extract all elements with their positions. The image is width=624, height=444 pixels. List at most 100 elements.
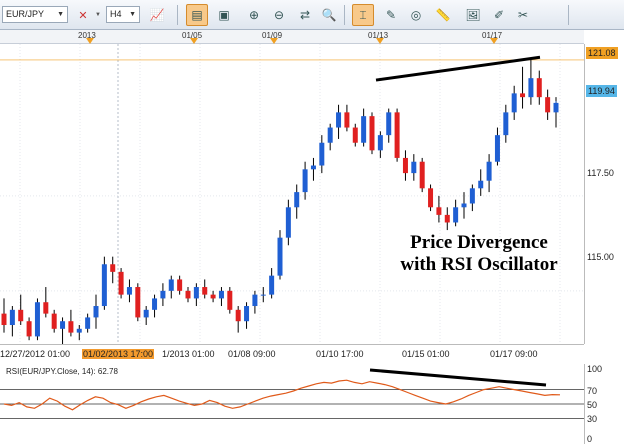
candle-body	[118, 271, 124, 295]
price-tick: 115.00	[587, 252, 614, 262]
candle-body	[528, 78, 534, 98]
candle-body	[319, 142, 325, 166]
remove-symbol-button[interactable]: ✕	[72, 4, 94, 26]
candle-body	[294, 192, 300, 208]
candle-body	[336, 112, 342, 128]
candle-body	[394, 112, 400, 158]
candle-body	[453, 207, 459, 223]
candle-body	[419, 161, 425, 189]
zoom-out-icon: ⊖	[273, 8, 285, 22]
zoom-out-button[interactable]: ⊖	[268, 4, 290, 26]
rsi-axis-label: 70	[587, 386, 598, 396]
rsi-axis-label: 0	[587, 434, 593, 444]
candle-body	[218, 290, 224, 299]
symbol-select[interactable]: EUR/JPY ▼	[2, 6, 68, 23]
candle-body	[444, 214, 450, 223]
candle-body	[436, 207, 442, 215]
magnifier-button[interactable]: 🔍	[318, 4, 340, 26]
scroll-button[interactable]: ⇄	[294, 4, 316, 26]
rsi-axis-label: 50	[587, 400, 598, 410]
candle-body	[494, 135, 500, 162]
candle-body	[68, 321, 74, 333]
candle-body	[93, 306, 99, 318]
candle-body	[43, 302, 49, 314]
candle-body	[302, 169, 308, 193]
candle-body	[461, 203, 467, 208]
bar-chart-button[interactable]: ▤	[186, 4, 208, 26]
candle-body	[344, 112, 350, 128]
image-icon: 🖼	[465, 8, 481, 22]
candle-body	[126, 287, 132, 295]
candle-body	[1, 313, 7, 326]
ruler-icon: 📏	[435, 8, 451, 22]
rsi-axis-label: 100	[587, 364, 603, 374]
edit-icon: ✐	[493, 8, 505, 22]
rsi-axis-label: 30	[587, 414, 598, 424]
cursor-icon: ⌶	[359, 7, 367, 22]
settings-button[interactable]: ✂	[512, 4, 534, 26]
candle-body	[235, 309, 241, 322]
annotation-line1: Price Divergence	[410, 232, 548, 253]
edit-button[interactable]: ✐	[488, 4, 510, 26]
candle-body	[110, 264, 116, 272]
zoom-in-button[interactable]: ⊕	[243, 4, 265, 26]
magnifier-icon: 🔍	[321, 8, 337, 22]
chevron-down-icon[interactable]: ▼	[95, 12, 101, 18]
current-price-marker: +	[553, 99, 559, 110]
candle-body	[193, 287, 199, 299]
candle-body	[210, 294, 216, 299]
candle-body	[277, 237, 283, 276]
chart-type-icon: 📈	[149, 8, 165, 22]
chevron-down-icon: ▼	[57, 11, 64, 18]
candle-body	[310, 165, 316, 170]
candle-body	[9, 309, 15, 326]
candle-body	[60, 321, 66, 329]
price-axis[interactable]: 121.08 119.94 117.50 115.00	[584, 44, 624, 344]
note-icon: ✎	[385, 8, 397, 22]
window-icon: ▣	[218, 8, 230, 22]
cursor-button[interactable]: ⌶	[352, 4, 374, 26]
time-axis[interactable]: 12/27/2012 01:00 01/02/2013 17:00 1/2013 0…	[0, 344, 584, 364]
high-price-badge: 121.08	[586, 47, 618, 59]
time-axis-label: 1/2013 01:00	[162, 349, 215, 359]
image-button[interactable]: 🖼	[462, 4, 484, 26]
window-button[interactable]: ▣	[213, 4, 235, 26]
divergence-annotation: Price Divergence with RSI Oscillator	[384, 232, 574, 276]
candle-body	[260, 294, 266, 296]
rsi-chart[interactable]	[0, 364, 584, 444]
candle-body	[536, 78, 542, 98]
toolbar-separator	[344, 5, 345, 25]
rsi-legend: RSI(EUR/JPY.Close, 14): 62.78	[6, 367, 118, 376]
timeframe-select[interactable]: H4 ▼	[106, 6, 140, 23]
candle-body	[185, 290, 191, 299]
candle-body	[503, 112, 509, 136]
zoom-in-icon: ⊕	[248, 8, 260, 22]
candle-body	[352, 127, 358, 143]
candle-body	[202, 287, 208, 295]
ruler-button[interactable]: 📏	[432, 4, 454, 26]
note-button[interactable]: ✎	[380, 4, 402, 26]
candle-body	[244, 306, 250, 322]
time-axis-label: 01/08 09:00	[228, 349, 276, 359]
chevron-down-icon: ▼	[129, 11, 136, 18]
candle-body	[18, 309, 24, 322]
price-chart[interactable]: +	[0, 44, 584, 344]
candle-body	[143, 309, 149, 318]
timeline-bar[interactable]: 2013 01/05 01/09 01/13 01/17	[0, 30, 584, 44]
time-axis-label: 01/17 09:00	[490, 349, 538, 359]
candle-body	[51, 313, 57, 329]
current-price-badge: 119.94	[586, 85, 617, 97]
candle-body	[85, 317, 91, 329]
rsi-axis: 100 70 50 30 0	[584, 364, 624, 444]
candle-body	[252, 294, 258, 307]
candle-body	[478, 180, 484, 189]
candle-body	[227, 290, 233, 310]
candle-body	[520, 93, 526, 98]
indicator-button[interactable]: ◎	[405, 4, 427, 26]
chart-type-button[interactable]: 📈	[146, 4, 168, 26]
toolbar-separator	[568, 5, 569, 25]
price-trend-line[interactable]	[375, 55, 541, 82]
candle-body	[545, 97, 551, 113]
candle-body	[369, 116, 375, 151]
settings-icon: ✂	[517, 8, 529, 22]
